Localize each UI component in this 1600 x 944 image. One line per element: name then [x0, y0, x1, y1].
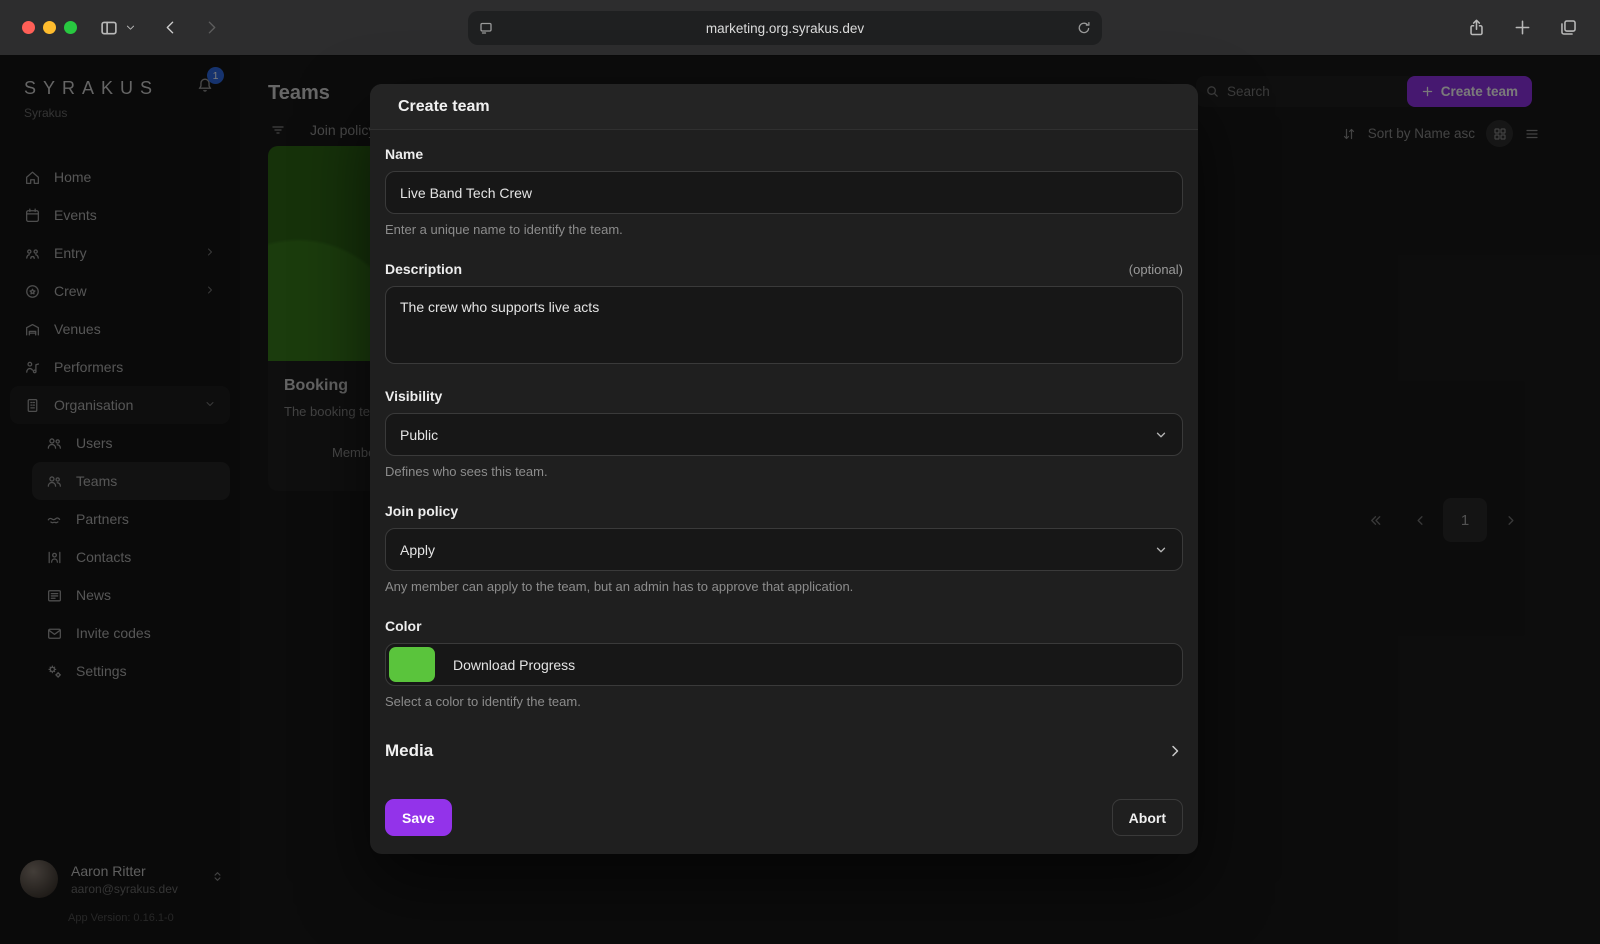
window-controls — [22, 21, 77, 34]
visibility-helper: Defines who sees this team. — [385, 464, 1183, 479]
save-button[interactable]: Save — [385, 799, 452, 836]
name-input[interactable] — [385, 171, 1183, 214]
visibility-select[interactable]: Public — [385, 413, 1183, 456]
abort-button[interactable]: Abort — [1112, 799, 1183, 836]
url-text: marketing.org.syrakus.dev — [494, 21, 1076, 36]
share-button[interactable] — [1467, 18, 1486, 37]
visibility-value: Public — [400, 427, 438, 443]
join-policy-select[interactable]: Apply — [385, 528, 1183, 571]
tab-group-chevron-button[interactable] — [125, 22, 136, 33]
visibility-label: Visibility — [385, 388, 1183, 404]
plus-icon — [1513, 18, 1532, 37]
share-icon — [1467, 18, 1486, 37]
chevron-left-icon — [162, 19, 179, 36]
join-policy-helper: Any member can apply to the team, but an… — [385, 579, 1183, 594]
minimize-window-button[interactable] — [43, 21, 56, 34]
join-policy-value: Apply — [400, 542, 435, 558]
join-policy-label: Join policy — [385, 503, 1183, 519]
reload-icon[interactable] — [1076, 20, 1092, 36]
close-window-button[interactable] — [22, 21, 35, 34]
browser-sidebar-toggle-button[interactable] — [99, 18, 119, 38]
create-team-modal: Create team Name Enter a unique name to … — [370, 84, 1198, 854]
new-tab-button[interactable] — [1513, 18, 1532, 37]
app-window: SYRAKUS Syrakus 1 Home Events Entry — [0, 56, 1600, 944]
modal-title: Create team — [370, 84, 1198, 130]
media-section-title: Media — [385, 741, 433, 761]
sidebar-icon — [99, 18, 119, 38]
name-label: Name — [385, 146, 1183, 162]
browser-chrome: marketing.org.syrakus.dev — [0, 0, 1600, 56]
chevron-right-icon — [1167, 743, 1183, 759]
back-button[interactable] — [162, 19, 179, 36]
description-label: Description — [385, 261, 462, 277]
color-swatch — [389, 647, 435, 682]
color-value: Download Progress — [453, 657, 575, 673]
color-picker[interactable]: Download Progress — [385, 643, 1183, 686]
name-helper: Enter a unique name to identify the team… — [385, 222, 1183, 237]
description-textarea[interactable]: The crew who supports live acts — [385, 286, 1183, 364]
chevron-down-icon — [125, 22, 136, 33]
chevron-down-icon — [1154, 543, 1168, 557]
chevron-down-icon — [1154, 428, 1168, 442]
color-helper: Select a color to identify the team. — [385, 694, 1183, 709]
optional-hint: (optional) — [1129, 262, 1183, 277]
address-bar[interactable]: marketing.org.syrakus.dev — [468, 11, 1102, 45]
media-section-toggle[interactable]: Media — [385, 735, 1183, 767]
tab-overview-button[interactable] — [1559, 18, 1578, 37]
chevron-right-icon — [203, 19, 220, 36]
page-settings-icon[interactable] — [478, 20, 494, 36]
zoom-window-button[interactable] — [64, 21, 77, 34]
forward-button[interactable] — [203, 19, 220, 36]
tabs-icon — [1559, 18, 1578, 37]
color-label: Color — [385, 618, 1183, 634]
